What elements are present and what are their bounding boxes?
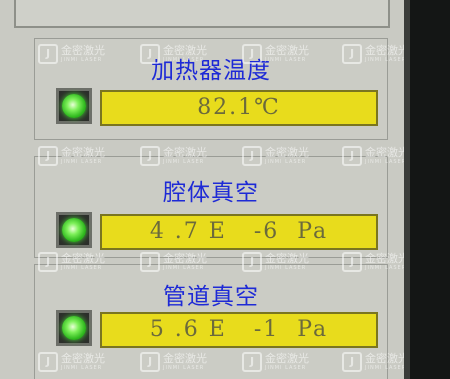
watermark: J 金密激光 JINMI LASER <box>38 252 105 272</box>
jinmi-logo-icon: J <box>242 352 262 372</box>
jinmi-logo-icon: J <box>342 44 362 64</box>
watermark: J 金密激光 JINMI LASER <box>140 352 207 372</box>
jinmi-logo-icon: J <box>342 352 362 372</box>
jinmi-logo-icon: J <box>342 146 362 166</box>
heater-temperature-status-led-icon <box>56 88 92 124</box>
chamber-vacuum-status-led-icon <box>56 212 92 248</box>
monitor-bezel <box>410 0 450 379</box>
watermark: J 金密激光 JINMI LASER <box>342 44 409 64</box>
watermark: J 金密激光 JINMI LASER <box>140 146 207 166</box>
jinmi-logo-icon: J <box>140 252 160 272</box>
jinmi-logo-icon: J <box>38 146 58 166</box>
watermark: J 金密激光 JINMI LASER <box>342 146 409 166</box>
watermark: J 金密激光 JINMI LASER <box>342 352 409 372</box>
watermark: J 金密激光 JINMI LASER <box>342 252 409 272</box>
watermark: J 金密激光 JINMI LASER <box>242 252 309 272</box>
heater-temperature-value: 82.1℃ <box>100 90 378 126</box>
green-status-led-icon <box>62 316 86 340</box>
jinmi-logo-icon: J <box>242 252 262 272</box>
jinmi-logo-icon: J <box>38 44 58 64</box>
jinmi-logo-icon: J <box>140 44 160 64</box>
watermark: J 金密激光 JINMI LASER <box>38 44 105 64</box>
green-status-led-icon <box>62 218 86 242</box>
watermark: J 金密激光 JINMI LASER <box>242 146 309 166</box>
watermark: J 金密激光 JINMI LASER <box>38 352 105 372</box>
watermark: J 金密激光 JINMI LASER <box>140 252 207 272</box>
jinmi-logo-icon: J <box>38 252 58 272</box>
green-status-led-icon <box>62 94 86 118</box>
jinmi-logo-icon: J <box>140 146 160 166</box>
watermark: J 金密激光 JINMI LASER <box>38 146 105 166</box>
pipeline-vacuum-status-led-icon <box>56 310 92 346</box>
top-panel-frame <box>14 0 390 28</box>
chamber-vacuum-title: 腔体真空 <box>163 180 259 206</box>
jinmi-logo-icon: J <box>342 252 362 272</box>
hmi-screen: 加热器温度 82.1℃ 腔体真空 4 .7 E -6 Pa 管道真空 5 .6 … <box>0 0 410 379</box>
pipeline-vacuum-value: 5 .6 E -1 Pa <box>100 312 378 348</box>
jinmi-logo-icon: J <box>242 44 262 64</box>
chamber-vacuum-value: 4 .7 E -6 Pa <box>100 214 378 250</box>
pipeline-vacuum-title: 管道真空 <box>163 284 259 310</box>
jinmi-logo-icon: J <box>140 352 160 372</box>
watermark: J 金密激光 JINMI LASER <box>140 44 207 64</box>
watermark: J 金密激光 JINMI LASER <box>242 352 309 372</box>
jinmi-logo-icon: J <box>38 352 58 372</box>
watermark: J 金密激光 JINMI LASER <box>242 44 309 64</box>
jinmi-logo-icon: J <box>242 146 262 166</box>
